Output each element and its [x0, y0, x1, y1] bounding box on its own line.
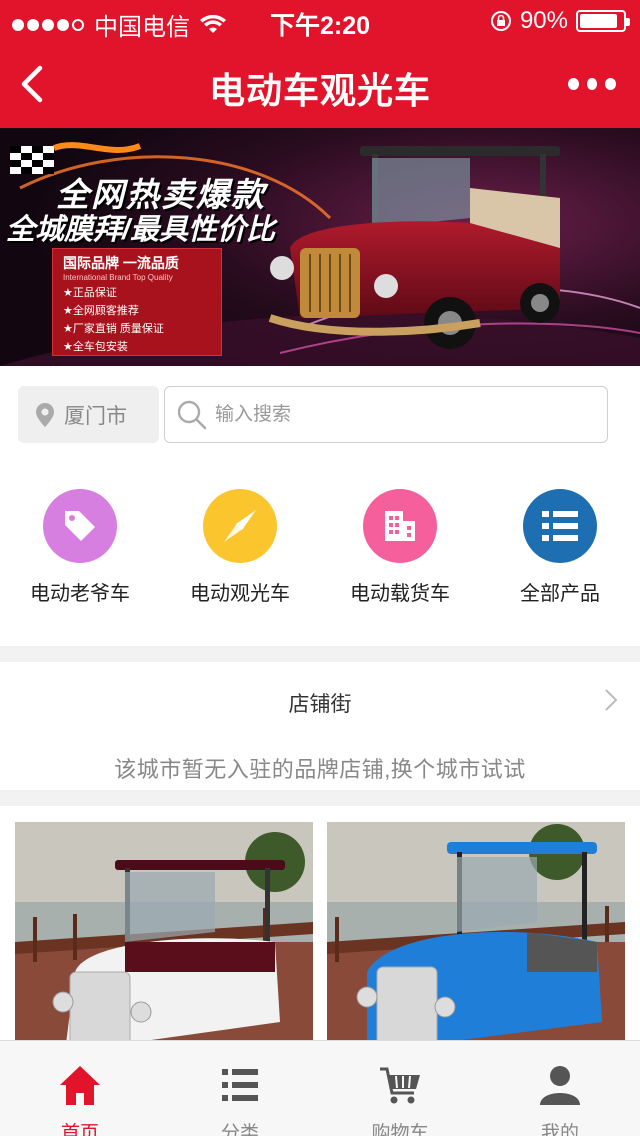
nav-bar: 电动车观光车: [0, 40, 640, 128]
more-icon[interactable]: [568, 72, 617, 96]
promo-banner[interactable]: 全网热卖爆款 全城膜拜/最具性价比 国际品牌 一流品质 Internationa…: [0, 128, 640, 366]
product-grid: [0, 806, 640, 1046]
search-input[interactable]: [215, 403, 595, 426]
status-bar: 中国电信 下午2:20 90%: [0, 0, 640, 41]
user-icon: [540, 1066, 580, 1105]
search-icon: [177, 400, 207, 429]
tab-cart[interactable]: 购物车: [320, 1041, 480, 1136]
banner-bullet: ★厂家直销 质量保证: [63, 323, 164, 335]
category-item-sightseeing-car[interactable]: 电动观光车: [160, 460, 320, 646]
banner-bullet: ★正品保证: [63, 287, 117, 299]
banner-box-subtitle: International Brand Top Quality: [63, 273, 173, 282]
tag-icon: [43, 489, 117, 563]
category-label: 电动老爷车: [30, 583, 130, 605]
shop-street-header[interactable]: 店铺街: [0, 662, 640, 738]
chevron-right-icon: [605, 689, 618, 711]
category-item-cargo-car[interactable]: 电动载货车: [320, 460, 480, 646]
category-item-classic-car[interactable]: 电动老爷车: [0, 460, 160, 646]
banner-bullet: ★全车包安装: [63, 341, 128, 353]
tab-label: 购物车: [371, 1123, 429, 1136]
banner-bullet: ★全网顾客推荐: [63, 305, 139, 317]
tab-profile[interactable]: 我的: [480, 1041, 640, 1136]
list-icon: [222, 1069, 258, 1101]
building-icon: [363, 489, 437, 563]
category-item-all-products[interactable]: 全部产品: [480, 460, 640, 646]
tab-label: 首页: [60, 1123, 99, 1136]
battery-percent: 90%: [519, 7, 568, 34]
category-grid: 电动老爷车 电动观光车 电动载货车 全部产品: [0, 460, 640, 646]
tab-label: 分类: [220, 1123, 259, 1136]
category-label: 全部产品: [520, 583, 600, 605]
battery-icon: [576, 10, 630, 32]
product-card[interactable]: [15, 822, 313, 1046]
city-label: 厦门市: [64, 404, 127, 428]
product-image: [327, 822, 625, 1046]
product-card[interactable]: [327, 822, 625, 1046]
product-image: [15, 822, 313, 1046]
tab-category[interactable]: 分类: [160, 1041, 320, 1136]
home-icon: [60, 1066, 100, 1105]
rotation-lock-icon: [490, 11, 511, 31]
tab-bar: 首页 分类 购物车 我的: [0, 1040, 640, 1136]
tab-home[interactable]: 首页: [0, 1041, 160, 1136]
location-pin-icon: [36, 402, 54, 427]
banner-feature-box: 国际品牌 一流品质 International Brand Top Qualit…: [52, 248, 222, 356]
search-row: 厦门市: [0, 366, 640, 460]
category-label: 电动观光车: [190, 583, 290, 605]
cart-icon: [380, 1067, 420, 1104]
category-label: 电动载货车: [350, 583, 450, 605]
status-right: 90%: [490, 7, 630, 35]
search-box[interactable]: [164, 386, 608, 443]
compass-icon: [203, 489, 277, 563]
shop-street-title: 店铺街: [288, 693, 352, 716]
list-icon: [523, 489, 597, 563]
banner-box-title: 国际品牌 一流品质: [63, 255, 179, 271]
city-selector[interactable]: 厦门市: [18, 386, 159, 443]
shop-empty-message: 该城市暂无入驻的品牌店铺,换个城市试试: [114, 757, 526, 782]
page-title: 电动车观光车: [208, 70, 431, 111]
shop-street-section: 店铺街 该城市暂无入驻的品牌店铺,换个城市试试: [0, 662, 640, 790]
banner-subheadline: 全城膜拜/最具性价比: [6, 214, 276, 246]
tab-label: 我的: [540, 1123, 579, 1136]
